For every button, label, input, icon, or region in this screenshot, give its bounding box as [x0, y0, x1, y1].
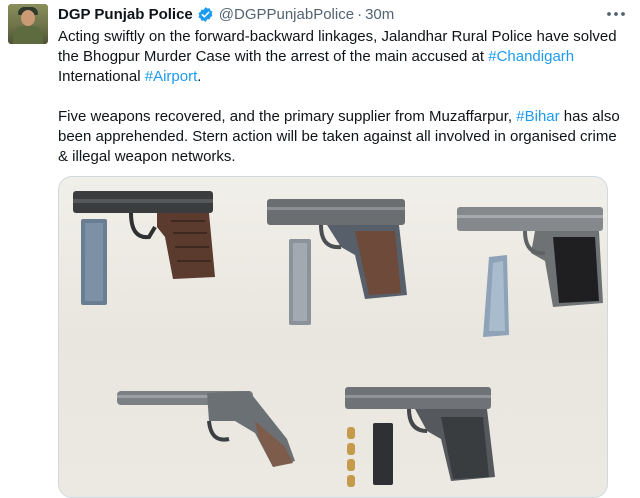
pistol-photo-3 [457, 207, 603, 337]
profile-avatar[interactable] [8, 4, 48, 44]
verified-badge-icon [197, 6, 214, 23]
tweet-paragraph-1: Acting swiftly on the forward-backward l… [58, 27, 630, 87]
text-segment: International [58, 68, 145, 85]
hashtag-chandigarh[interactable]: #Chandigarh [488, 48, 574, 65]
tweet-text: Acting swiftly on the forward-backward l… [58, 27, 630, 167]
pistol-photo-4 [117, 391, 295, 467]
tweet-photo[interactable] [58, 176, 608, 498]
display-name[interactable]: DGP Punjab Police [58, 6, 193, 23]
tweet-paragraph-2: Five weapons recovered, and the primary … [58, 107, 630, 167]
pistol-photo-5 [345, 387, 495, 487]
header-separator: · [357, 5, 363, 23]
text-segment: . [197, 68, 202, 85]
avatar-face [21, 10, 35, 26]
tweet-header: DGP Punjab Police @DGPPunjabPolice · 30m [58, 4, 394, 24]
hashtag-airport[interactable]: #Airport [145, 68, 198, 85]
pistol-photo-1 [73, 191, 215, 305]
more-options-icon[interactable] [604, 4, 628, 24]
avatar-uniform [13, 26, 43, 44]
tweet-timestamp[interactable]: 30m [365, 6, 394, 23]
pistol-photo-2 [267, 199, 407, 325]
user-handle[interactable]: @DGPPunjabPolice [219, 6, 354, 23]
text-segment: Five weapons recovered, and the primary … [58, 108, 517, 125]
hashtag-bihar[interactable]: #Bihar [516, 108, 559, 125]
